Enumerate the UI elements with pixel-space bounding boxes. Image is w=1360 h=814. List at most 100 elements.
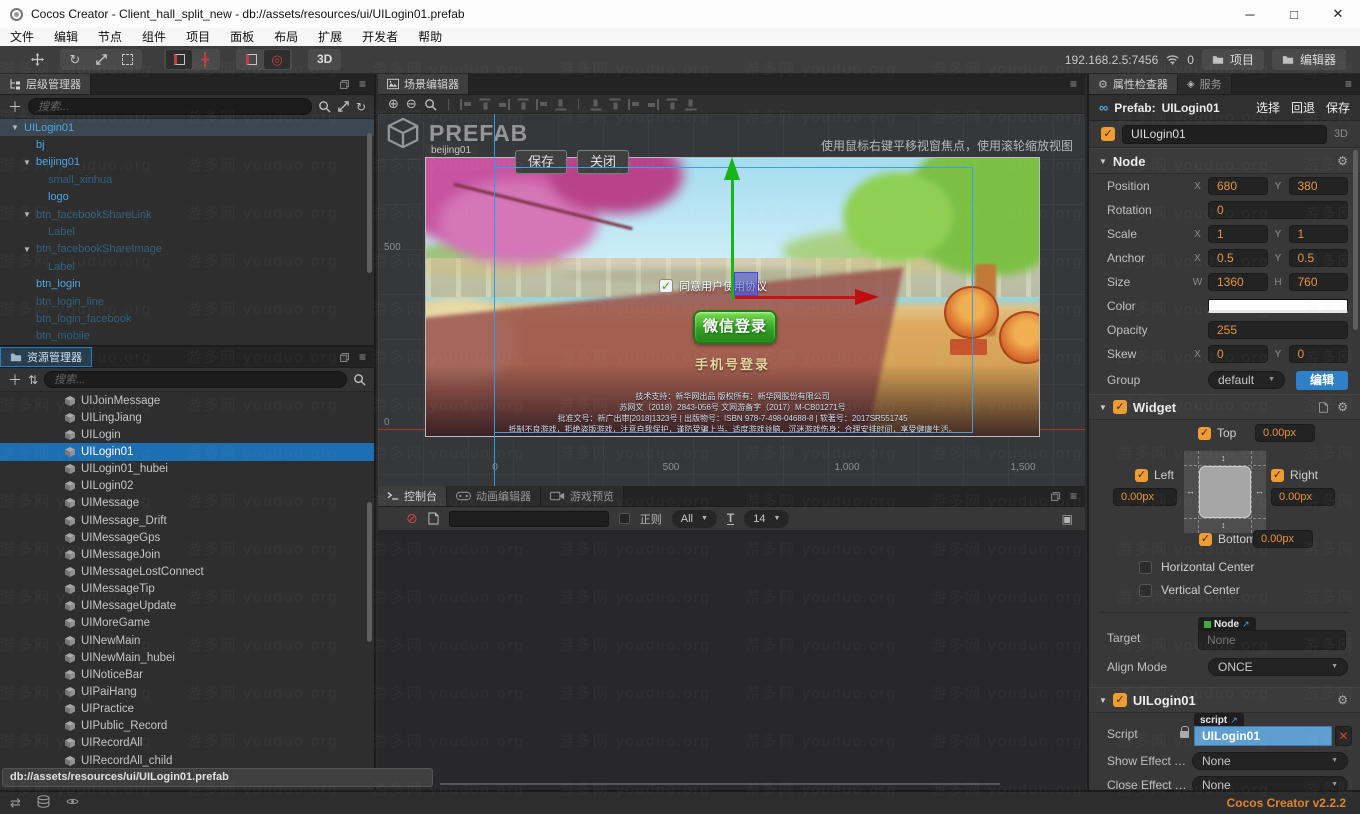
tree-item[interactable]: ▼ btn_login_facebook	[0, 310, 374, 327]
opacity-field[interactable]: 255	[1208, 321, 1348, 339]
panel-menu-icon[interactable]: ≡	[1070, 489, 1077, 503]
anchor-x-field[interactable]: 0.5	[1208, 249, 1268, 267]
tree-item[interactable]: ▼ btn_facebookShareImage	[0, 241, 374, 258]
help-doc-icon[interactable]	[1318, 402, 1329, 413]
search-icon[interactable]	[353, 373, 366, 386]
scale-tool-button[interactable]	[88, 50, 114, 69]
asset-item[interactable]: UILogin	[0, 426, 374, 443]
left-checkbox[interactable]	[1135, 468, 1148, 482]
collapse-arrow-icon[interactable]: ▼	[1099, 157, 1107, 166]
script-enabled-checkbox[interactable]	[1112, 693, 1127, 707]
widget-top-field[interactable]: 0.00px	[1255, 424, 1315, 442]
console-log-area[interactable]	[378, 531, 1085, 788]
scene-canvas[interactable]: PREFAB 保存 关闭 使用鼠标右键平移视窗焦点，使用滚轮缩放视图 beiji…	[378, 114, 1085, 486]
distribute-middle-icon[interactable]	[609, 98, 621, 110]
tab-game-preview[interactable]: 游戏预览	[541, 486, 624, 506]
regex-checkbox[interactable]	[618, 513, 630, 524]
tree-item[interactable]: ▼ bj	[0, 136, 374, 153]
node-name-input[interactable]	[1122, 124, 1327, 144]
external-link-icon[interactable]: ↗	[1230, 715, 1238, 726]
tree-item[interactable]: ▼ small_xinhua	[0, 171, 374, 188]
tab-scene[interactable]: 场景编辑器	[378, 74, 469, 94]
panel-menu-icon[interactable]: ≡	[359, 350, 366, 364]
tab-assets[interactable]: 资源管理器	[0, 347, 92, 367]
asset-item[interactable]: UIMessageGps	[0, 529, 374, 546]
assets-scrollbar[interactable]	[367, 502, 372, 642]
tab-hierarchy[interactable]: 层级管理器	[0, 74, 91, 94]
widget-section-header[interactable]: ▼ Widget ⚙	[1089, 394, 1360, 420]
prefab-save-button[interactable]: 保存	[1326, 99, 1350, 116]
zoom-in-icon[interactable]: ⊕	[388, 96, 399, 112]
asset-item[interactable]: UINewMain_hubei	[0, 649, 374, 666]
local-coords-button[interactable]	[238, 50, 264, 69]
asset-item[interactable]: UILogin02	[0, 478, 374, 495]
widget-top-toggle[interactable]: Top	[1198, 426, 1236, 440]
tree-item[interactable]: ▼ btn_login	[0, 276, 374, 293]
tree-item[interactable]: ▼ btn_facebookShareLink	[0, 206, 374, 223]
expand-all-icon[interactable]	[337, 100, 350, 113]
minimize-button[interactable]: ─	[1228, 0, 1272, 28]
right-checkbox[interactable]	[1271, 468, 1284, 482]
target-field[interactable]: None	[1198, 630, 1346, 650]
asset-item[interactable]: UINewMain	[0, 632, 374, 649]
panel-menu-icon[interactable]: ≡	[359, 77, 366, 91]
menu-item[interactable]: 项目	[176, 28, 220, 46]
widget-bottom-toggle[interactable]: Bottom	[1199, 532, 1256, 546]
align-center-h-icon[interactable]	[479, 98, 491, 110]
tree-item[interactable]: ▼ beijing01	[0, 154, 374, 171]
gizmo-x-axis[interactable]	[735, 296, 855, 299]
hierarchy-scrollbar[interactable]	[367, 133, 372, 273]
log-file-icon[interactable]	[428, 512, 439, 525]
gear-icon[interactable]: ⚙	[1337, 400, 1348, 414]
tree-item[interactable]: ▼ logo	[0, 189, 374, 206]
collapse-arrow-icon[interactable]: ▼	[1099, 403, 1107, 412]
asset-item[interactable]: UIMoreGame	[0, 615, 374, 632]
zoom-reset-icon[interactable]	[424, 98, 437, 111]
tab-services[interactable]: ◈ 服务	[1177, 74, 1232, 94]
asset-item[interactable]: UIJoinMessage	[0, 392, 374, 409]
menu-item[interactable]: 帮助	[408, 28, 452, 46]
widget-bottom-field[interactable]: 0.00px	[1253, 530, 1313, 548]
log-level-dropdown[interactable]: All ▼	[671, 509, 717, 528]
panel-menu-icon[interactable]: ≡	[1345, 77, 1352, 91]
skew-y-field[interactable]: 0	[1288, 345, 1348, 363]
asset-item[interactable]: UILogin01_hubei	[0, 461, 374, 478]
asset-item[interactable]: UIRecordAll_child	[0, 752, 374, 769]
scale-y-field[interactable]: 1	[1288, 225, 1348, 243]
menu-item[interactable]: 文件	[0, 28, 44, 46]
size-w-field[interactable]: 1360	[1208, 273, 1268, 291]
expand-arrow-icon[interactable]: ▼	[23, 245, 36, 254]
vertical-center-toggle[interactable]: Vertical Center	[1139, 583, 1240, 597]
widget-right-field[interactable]: 0.00px	[1271, 488, 1335, 506]
anchor-y-field[interactable]: 0.5	[1288, 249, 1348, 267]
scale-x-field[interactable]: 1	[1208, 225, 1268, 243]
group-edit-button[interactable]: 编辑	[1296, 370, 1348, 390]
console-scrollbar[interactable]	[440, 783, 1000, 785]
menu-item[interactable]: 组件	[132, 28, 176, 46]
prefab-revert-button[interactable]: 回退	[1291, 99, 1315, 116]
gear-icon[interactable]: ⚙	[1337, 154, 1348, 168]
node-section-header[interactable]: ▼ Node ⚙	[1089, 148, 1360, 174]
tree-item[interactable]: ▼ Label	[0, 258, 374, 275]
gizmo-y-arrowhead-icon[interactable]	[724, 157, 740, 180]
expand-arrow-icon[interactable]: ▼	[11, 123, 24, 132]
bottom-checkbox[interactable]	[1199, 532, 1212, 546]
console-filter-input[interactable]	[448, 510, 609, 527]
widget-enabled-checkbox[interactable]	[1112, 400, 1127, 414]
panel-menu-icon[interactable]: ≡	[1070, 77, 1077, 91]
collapse-arrow-icon[interactable]: ▼	[1099, 696, 1107, 705]
tab-animation-editor[interactable]: 动画编辑器	[447, 486, 541, 506]
remove-script-button[interactable]: ✕	[1335, 726, 1352, 746]
size-h-field[interactable]: 760	[1288, 273, 1348, 291]
sort-icon[interactable]: ⇅	[28, 373, 38, 387]
distribute-right-icon[interactable]	[685, 98, 697, 110]
menu-item[interactable]: 布局	[264, 28, 308, 46]
distribute-top-icon[interactable]	[590, 98, 602, 110]
global-coords-button[interactable]: ◎	[264, 50, 290, 69]
horizontal-center-toggle[interactable]: Horizontal Center	[1139, 560, 1254, 574]
tree-item[interactable]: ▼ Label	[0, 223, 374, 240]
tree-item[interactable]: ▼ UILogin01	[0, 119, 374, 137]
script-field[interactable]: UILogin01	[1194, 726, 1332, 746]
widget-left-toggle[interactable]: Left	[1135, 468, 1174, 482]
asset-item[interactable]: UIPaiHang	[0, 683, 374, 700]
